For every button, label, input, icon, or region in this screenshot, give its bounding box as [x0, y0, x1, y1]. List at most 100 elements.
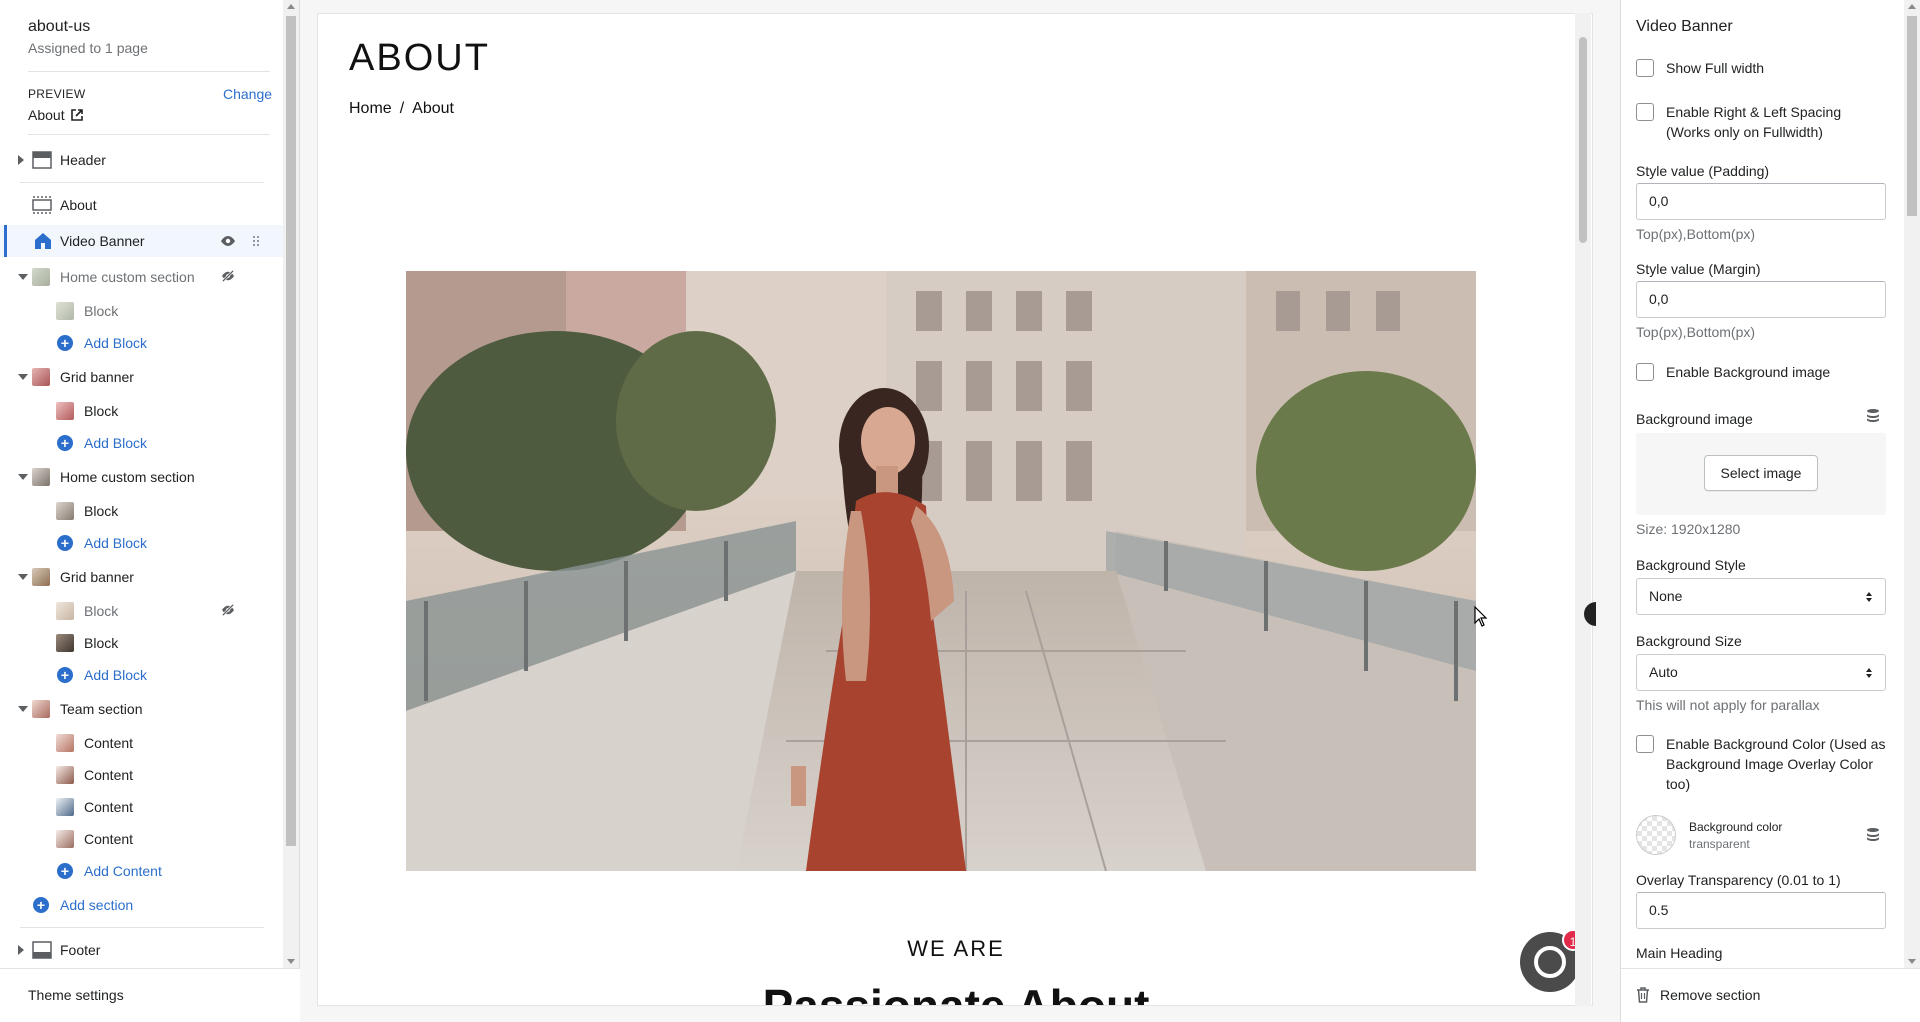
block-row[interactable]: Block	[0, 295, 283, 327]
scroll-thumb[interactable]	[1579, 37, 1587, 243]
scroll-up-icon[interactable]	[287, 4, 295, 9]
header-layout-icon	[32, 151, 52, 169]
drag-handle-icon[interactable]	[252, 235, 260, 247]
add-block-button[interactable]: + Add Block	[0, 427, 283, 459]
section-team[interactable]: Team section	[0, 693, 283, 725]
section-label: Grid banner	[60, 369, 134, 385]
expand-caret-icon[interactable]	[18, 155, 24, 165]
padding-input[interactable]: 0,0	[1636, 183, 1886, 220]
trash-icon	[1637, 987, 1649, 1003]
left-footer: Theme settings	[0, 968, 300, 1022]
section-label: Video Banner	[60, 233, 145, 249]
settings-scrollbar[interactable]	[1904, 0, 1920, 968]
margin-input[interactable]: 0,0	[1636, 281, 1886, 318]
section-grid-banner-1[interactable]: Grid banner	[0, 361, 283, 393]
block-row[interactable]: Block	[0, 495, 283, 527]
section-thumbnail	[32, 368, 50, 386]
dynamic-source-icon[interactable]	[1865, 827, 1881, 843]
preview-page-name: About	[28, 107, 65, 123]
divider	[28, 71, 270, 72]
section-about[interactable]: About	[0, 189, 283, 221]
sections-tree-scroll: about-us Assigned to 1 page PREVIEW Chan…	[0, 0, 283, 968]
preview-page-link[interactable]: About	[28, 107, 83, 123]
chat-widget-button[interactable]: 1	[1520, 929, 1584, 992]
expand-caret-icon[interactable]	[18, 945, 24, 955]
checkbox[interactable]	[1636, 59, 1654, 77]
add-block-button[interactable]: + Add Block	[0, 327, 283, 359]
plus-circle-icon: +	[33, 897, 49, 913]
bg-style-select[interactable]: None	[1636, 578, 1886, 615]
add-block-label: Add Block	[84, 435, 148, 451]
storefront-preview[interactable]: ABOUT Home / About WE ARE Passionate Abo…	[317, 13, 1593, 1006]
show-full-width-checkbox[interactable]: Show Full width	[1636, 58, 1886, 78]
block-row[interactable]: Block	[0, 595, 283, 627]
enable-bg-image-checkbox[interactable]: Enable Background image	[1636, 362, 1886, 382]
enable-spacing-checkbox[interactable]: Enable Right & Left Spacing (Works only …	[1636, 102, 1886, 142]
overlay-input[interactable]: 0.5	[1636, 892, 1886, 929]
block-row[interactable]: Block	[0, 395, 283, 427]
content-row[interactable]: Content	[0, 759, 283, 791]
scroll-down-icon[interactable]	[287, 959, 295, 964]
collapse-caret-icon[interactable]	[18, 574, 28, 580]
theme-settings-button[interactable]: Theme settings	[28, 987, 124, 1003]
add-block-button[interactable]: + Add Block	[0, 659, 283, 691]
bg-size-select[interactable]: Auto	[1636, 654, 1886, 691]
section-footer[interactable]: Footer	[0, 934, 283, 966]
remove-section-button[interactable]: Remove section	[1636, 987, 1760, 1003]
scroll-thumb[interactable]	[286, 16, 296, 846]
section-home-custom-2[interactable]: Home custom section	[0, 461, 283, 493]
content-thumbnail	[56, 798, 74, 816]
section-video-banner[interactable]: Video Banner	[0, 225, 283, 257]
bg-style-label: Background Style	[1636, 557, 1746, 573]
eye-hidden-icon[interactable]	[220, 270, 236, 282]
add-block-label: Add Block	[84, 535, 148, 551]
select-image-button[interactable]: Select image	[1704, 455, 1818, 491]
add-content-button[interactable]: + Add Content	[0, 855, 283, 887]
scroll-thumb[interactable]	[1907, 16, 1917, 216]
content-row[interactable]: Content	[0, 791, 283, 823]
scroll-down-icon[interactable]	[1908, 959, 1916, 964]
content-row[interactable]: Content	[0, 823, 283, 855]
select-value: None	[1649, 588, 1683, 604]
preview-scrollbar[interactable]	[1575, 13, 1591, 1006]
eye-hidden-icon[interactable]	[220, 604, 236, 616]
add-block-button[interactable]: + Add Block	[0, 527, 283, 559]
left-scrollbar[interactable]	[283, 0, 299, 968]
section-home-custom-1[interactable]: Home custom section	[0, 261, 283, 293]
section-grid-banner-2[interactable]: Grid banner	[0, 561, 283, 593]
section-label: Home custom section	[60, 269, 195, 285]
checkbox[interactable]	[1636, 363, 1654, 381]
dynamic-source-icon[interactable]	[1865, 408, 1881, 424]
block-label: Block	[84, 635, 119, 651]
collapse-caret-icon[interactable]	[18, 706, 28, 712]
section-label: Header	[60, 152, 106, 168]
change-preview-link[interactable]: Change	[223, 86, 272, 102]
collapse-caret-icon[interactable]	[18, 374, 28, 380]
enable-bg-color-checkbox[interactable]: Enable Background Color (Used as Backgro…	[1636, 734, 1886, 794]
remove-section-label: Remove section	[1660, 987, 1761, 1003]
bg-color-swatch[interactable]	[1636, 815, 1676, 855]
settings-panel: Video Banner Show Full width Enable Righ…	[1620, 0, 1920, 1022]
content-row[interactable]: Content	[0, 727, 283, 759]
collapse-caret-icon[interactable]	[18, 474, 28, 480]
checkbox[interactable]	[1636, 103, 1654, 121]
checkbox-label: Enable Background image	[1666, 364, 1831, 380]
margin-help: Top(px),Bottom(px)	[1636, 324, 1756, 340]
checkbox[interactable]	[1636, 735, 1654, 753]
scroll-up-icon[interactable]	[1908, 4, 1916, 9]
video-banner[interactable]	[406, 271, 1476, 871]
divider	[28, 134, 270, 135]
section-layout-icon	[32, 196, 52, 214]
eye-icon[interactable]	[220, 235, 236, 247]
footer-layout-icon	[32, 941, 52, 959]
block-thumbnail	[56, 634, 74, 652]
mouse-cursor-icon	[1474, 606, 1488, 627]
block-row[interactable]: Block	[0, 627, 283, 659]
passionate-heading: Passionate About	[762, 980, 1150, 1006]
select-arrows-icon	[1866, 592, 1872, 602]
template-name: about-us	[28, 18, 91, 35]
section-header[interactable]: Header	[0, 144, 283, 176]
collapse-caret-icon[interactable]	[18, 274, 28, 280]
breadcrumb-home[interactable]: Home	[349, 100, 392, 118]
add-section-button[interactable]: + Add section	[0, 889, 283, 921]
